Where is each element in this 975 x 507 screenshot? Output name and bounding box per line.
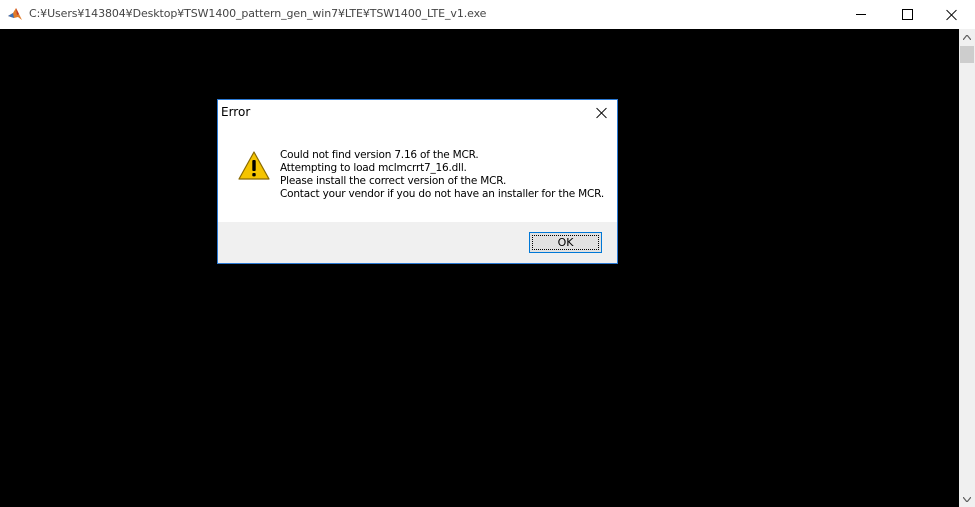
matlab-icon bbox=[7, 6, 23, 22]
message-line: Please install the correct version of th… bbox=[280, 175, 507, 187]
ok-button[interactable]: OK bbox=[529, 232, 602, 253]
dialog-body: Could not find version 7.16 of the MCR. … bbox=[218, 129, 617, 222]
maximize-button[interactable] bbox=[884, 0, 930, 29]
chevron-down-icon bbox=[963, 496, 971, 502]
dialog-close-button[interactable] bbox=[588, 101, 616, 125]
minimize-button[interactable] bbox=[838, 0, 884, 29]
window-title-bar[interactable]: C:¥Users¥143804¥Desktop¥TSW1400_pattern_… bbox=[0, 0, 975, 29]
chevron-up-icon bbox=[963, 34, 971, 40]
close-icon bbox=[946, 9, 958, 21]
maximize-icon bbox=[901, 9, 913, 20]
error-dialog: Error Could not find version 7.16 of the… bbox=[217, 99, 618, 264]
scroll-down-button[interactable] bbox=[959, 491, 975, 507]
message-line: Contact your vendor if you do not have a… bbox=[280, 188, 605, 200]
scroll-thumb[interactable] bbox=[960, 46, 974, 63]
warning-icon bbox=[238, 151, 270, 181]
error-message: Could not find version 7.16 of the MCR. … bbox=[280, 149, 604, 201]
window-title: C:¥Users¥143804¥Desktop¥TSW1400_pattern_… bbox=[29, 7, 487, 20]
close-icon bbox=[596, 107, 608, 119]
vertical-scrollbar[interactable] bbox=[959, 29, 975, 507]
minimize-icon bbox=[856, 14, 866, 15]
scroll-up-button[interactable] bbox=[959, 29, 975, 45]
message-line: Could not find version 7.16 of the MCR. bbox=[280, 149, 479, 161]
window-close-button[interactable] bbox=[929, 0, 975, 29]
message-line: Attempting to load mclmcrrt7_16.dll. bbox=[280, 162, 467, 174]
dialog-title: Error bbox=[221, 105, 251, 119]
dialog-footer: OK bbox=[218, 222, 617, 263]
